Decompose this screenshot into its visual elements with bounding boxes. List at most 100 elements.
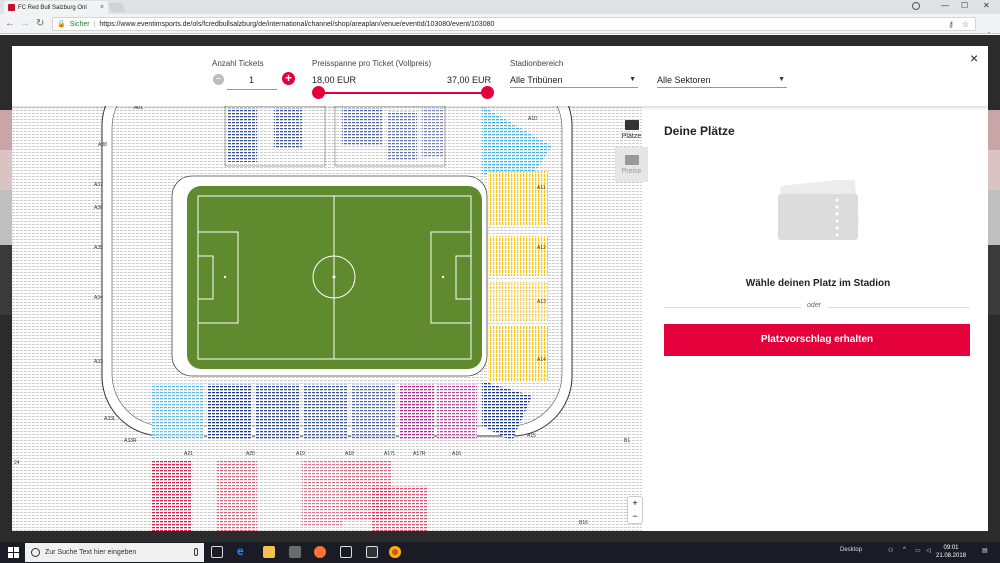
browser-titlebar: FC Red Bull Salzburg Onl × — ☐ ✕ [0,0,1000,14]
block-label: A33 [94,359,103,365]
windows-start-icon[interactable] [8,547,19,558]
sector-select[interactable]: Alle Sektoren ▼ [657,72,787,88]
zoom-in-button[interactable]: + [628,497,642,510]
block-label: A01 [134,106,143,111]
get-seat-suggestion-button[interactable]: Platzvorschlag erhalten [664,324,970,356]
secure-label: Sicher [69,20,90,28]
edge-icon[interactable]: e [237,544,249,558]
stadium-map-svg[interactable]: A01 A10 A38 A37 A36 A35 A34 A33 A33L A33R A21 A20 A1… [12,106,642,531]
firefox-icon[interactable] [314,546,326,558]
block-label: 24 [14,460,20,466]
stadium-seat-map[interactable]: A01 A10 A38 A37 A36 A35 A34 A33 A33L A33R A21 A20 A1… [12,106,642,531]
cortana-icon [31,548,40,557]
key-icon[interactable]: ⚷ [948,20,954,29]
volume-icon[interactable]: ◁ [926,547,931,554]
reload-icon[interactable]: ↻ [36,18,44,29]
forward-icon[interactable]: → [20,18,30,29]
media-icon[interactable] [366,546,378,558]
block-label: A19 [296,451,305,457]
store-icon[interactable] [289,546,301,558]
person-icon[interactable]: ⚇ [888,547,893,554]
price-min: 18,00 EUR [312,75,357,85]
url-field[interactable]: 🔒 Sicher | https://www.eventimsports.de/… [52,17,976,31]
tab-seats-label: Plätze [621,132,642,140]
block-label: A17L [384,451,396,457]
clock-date: 21.08.2018 [936,553,967,559]
file-explorer-icon[interactable] [263,546,275,558]
tab-close-icon[interactable]: × [100,4,104,11]
tab-title: FC Red Bull Salzburg Onl [18,4,87,11]
block-label: A13 [537,299,546,305]
stadium-area-value: Alle Tribünen [510,74,563,85]
tray-chevron-icon[interactable]: ^ [903,547,906,553]
close-modal-button[interactable]: × [970,50,978,66]
euro-icon [624,154,639,165]
filter-bar: Anzahl Tickets − 1 + Preisspanne pro Tic… [12,46,988,106]
tab-seats[interactable]: Plätze [615,112,648,147]
block-label: A17R [413,451,426,457]
search-placeholder: Zur Suche Text hier eingeben [45,549,137,556]
tab-prices[interactable]: Preise [615,147,648,182]
taskbar-search-input[interactable]: Zur Suche Text hier eingeben [25,543,204,562]
block-label: A34 [94,295,103,301]
decrease-tickets-button[interactable]: − [213,74,224,85]
block-label: A15 [527,433,536,439]
tab-prices-label: Preise [621,167,642,175]
price-range-label: Preisspanne pro Ticket (Vollpreis) [312,59,432,68]
stadium-area-label: Stadionbereich [510,59,564,68]
price-max: 37,00 EUR [447,75,492,85]
profile-icon[interactable] [912,2,920,10]
tickets-placeholder-icon [778,180,859,240]
windows-taskbar: Zur Suche Text hier eingeben e Desktop ⚇… [0,542,1000,563]
chevron-down-icon: ▼ [629,76,636,83]
tickets-count: 1 [249,75,255,85]
maximize-icon[interactable]: ☐ [961,1,968,10]
chevron-down-icon: ▼ [778,76,785,83]
block-label: A37 [94,182,103,188]
notifications-icon[interactable]: ▤ [982,547,988,554]
or-label: oder [801,302,828,309]
ticket-icon [624,119,639,130]
map-view-tabs: Plätze Preise [615,112,648,184]
network-icon[interactable]: ▭ [915,547,921,554]
block-label: A21 [184,451,193,457]
chrome-icon[interactable] [389,546,401,558]
my-seats-panel: Deine Plätze Wähle deinen Platz im Stadi… [648,106,988,531]
block-label: A33R [124,438,137,444]
minimize-icon[interactable]: — [941,1,949,10]
block-label: A35 [94,245,103,251]
desktop-label[interactable]: Desktop [840,547,862,553]
price-slider-track[interactable] [318,92,488,94]
zoom-out-button[interactable]: − [628,510,642,523]
price-slider-max-handle[interactable] [481,86,494,99]
block-label: B16 [579,520,588,526]
block-label: A16 [452,451,461,457]
block-label: B1 [624,438,630,444]
browser-tab[interactable]: FC Red Bull Salzburg Onl × [4,1,108,14]
task-view-icon[interactable] [211,546,223,558]
clock[interactable]: 09:01 21.08.2018 [936,544,966,560]
panel-title: Deine Plätze [664,124,735,138]
increase-tickets-button[interactable]: + [282,72,295,85]
mail-icon[interactable] [340,546,352,558]
price-slider-min-handle[interactable] [312,86,325,99]
site-favicon-icon [8,4,15,11]
block-label: A18 [345,451,354,457]
or-divider: oder [664,302,970,312]
block-label: A14 [537,357,546,363]
block-label: A10 [528,116,537,122]
microphone-icon[interactable] [194,548,198,556]
sector-value: Alle Sektoren [657,74,711,85]
back-icon[interactable]: ← [5,18,15,29]
window-close-icon[interactable]: ✕ [983,1,990,10]
zoom-control: + − [627,496,643,524]
choose-seat-message: Wähle deinen Platz im Stadion [745,278,891,289]
block-label: A20 [246,451,255,457]
block-label: A33L [104,416,116,422]
new-tab-button[interactable] [108,3,126,12]
bookmark-star-icon[interactable]: ☆ [962,20,969,29]
clock-time: 09:01 [943,545,959,551]
url-text: https://www.eventimsports.de/ols/fcredbu… [99,20,495,28]
stadium-area-select[interactable]: Alle Tribünen ▼ [510,72,638,88]
block-label: A36 [94,205,103,211]
